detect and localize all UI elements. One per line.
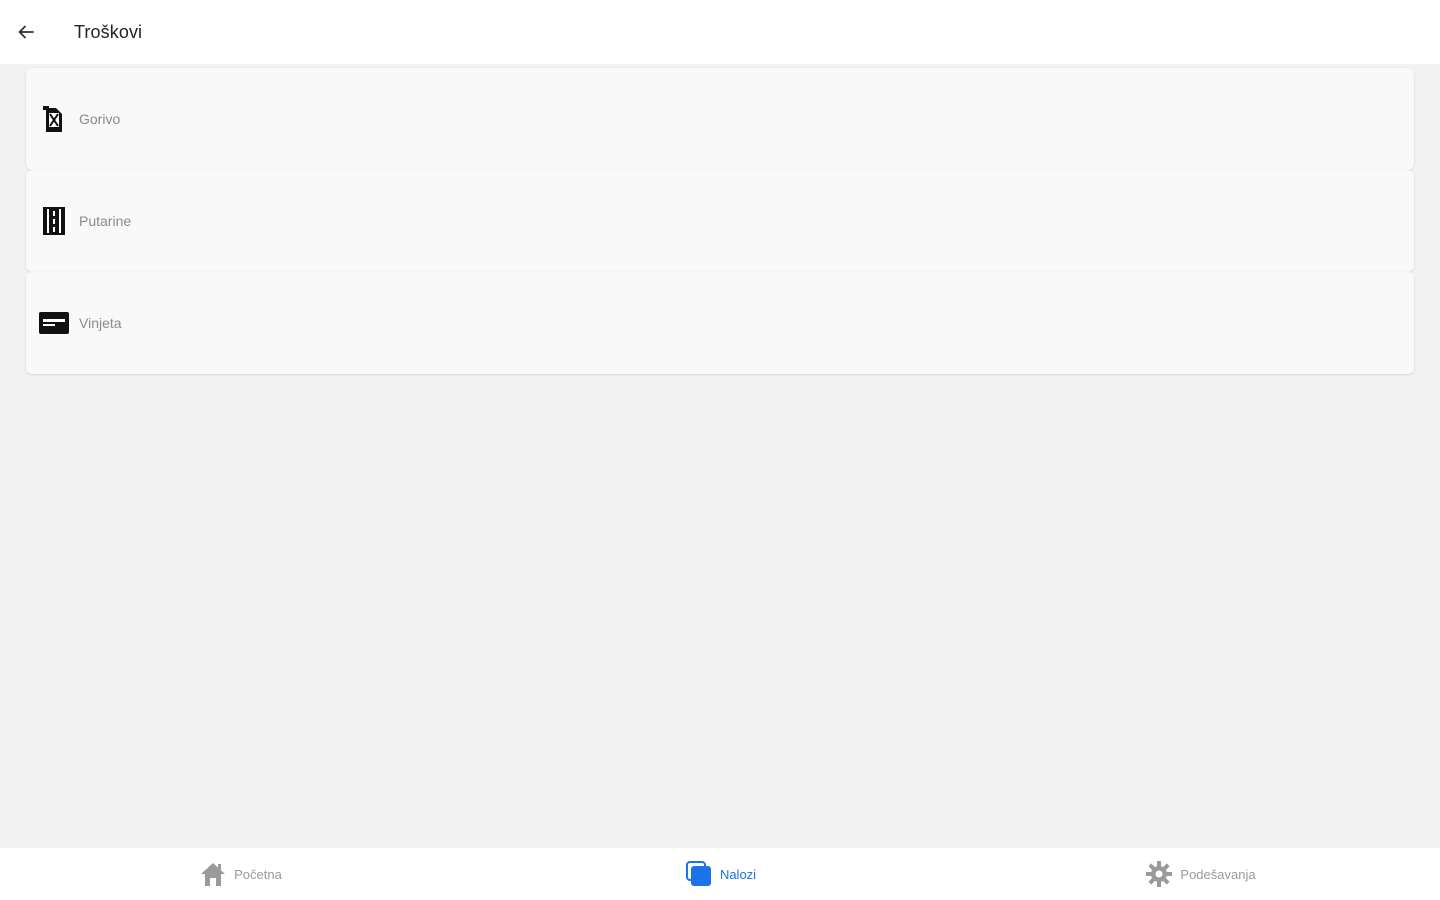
layers-icon	[684, 859, 714, 889]
expense-item-putarine[interactable]: Putarine	[26, 170, 1414, 272]
expense-label: Gorivo	[79, 111, 121, 127]
top-app-bar: Troškovi	[0, 0, 1440, 64]
expense-item-vinjeta[interactable]: Vinjeta	[26, 272, 1414, 374]
page-title: Troškovi	[74, 21, 143, 42]
arrow-left-icon	[18, 25, 34, 39]
expense-list: Gorivo Putarine Vinjeta	[26, 68, 1414, 374]
fuel-can-icon	[37, 102, 71, 136]
expense-label: Vinjeta	[79, 315, 122, 331]
expense-label: Putarine	[79, 213, 132, 229]
nav-item-settings[interactable]: Podešavanja	[960, 848, 1440, 900]
toll-road-icon	[37, 204, 71, 238]
expense-item-gorivo[interactable]: Gorivo	[26, 68, 1414, 170]
back-button[interactable]	[0, 0, 52, 64]
nav-label: Podešavanja	[1180, 866, 1256, 882]
nav-item-home[interactable]: Početna	[0, 848, 480, 900]
nav-label: Početna	[234, 866, 282, 882]
nav-label: Nalozi	[719, 866, 757, 882]
gear-icon	[1144, 859, 1174, 889]
card-icon	[37, 306, 71, 340]
nav-item-nalozi[interactable]: Nalozi	[480, 848, 960, 900]
home-icon	[198, 859, 228, 889]
app-root: Troškovi Gorivo Putarine Vinjeta Početna…	[0, 0, 1440, 900]
bottom-navigation: Početna Nalozi Podešavanja	[0, 848, 1440, 900]
